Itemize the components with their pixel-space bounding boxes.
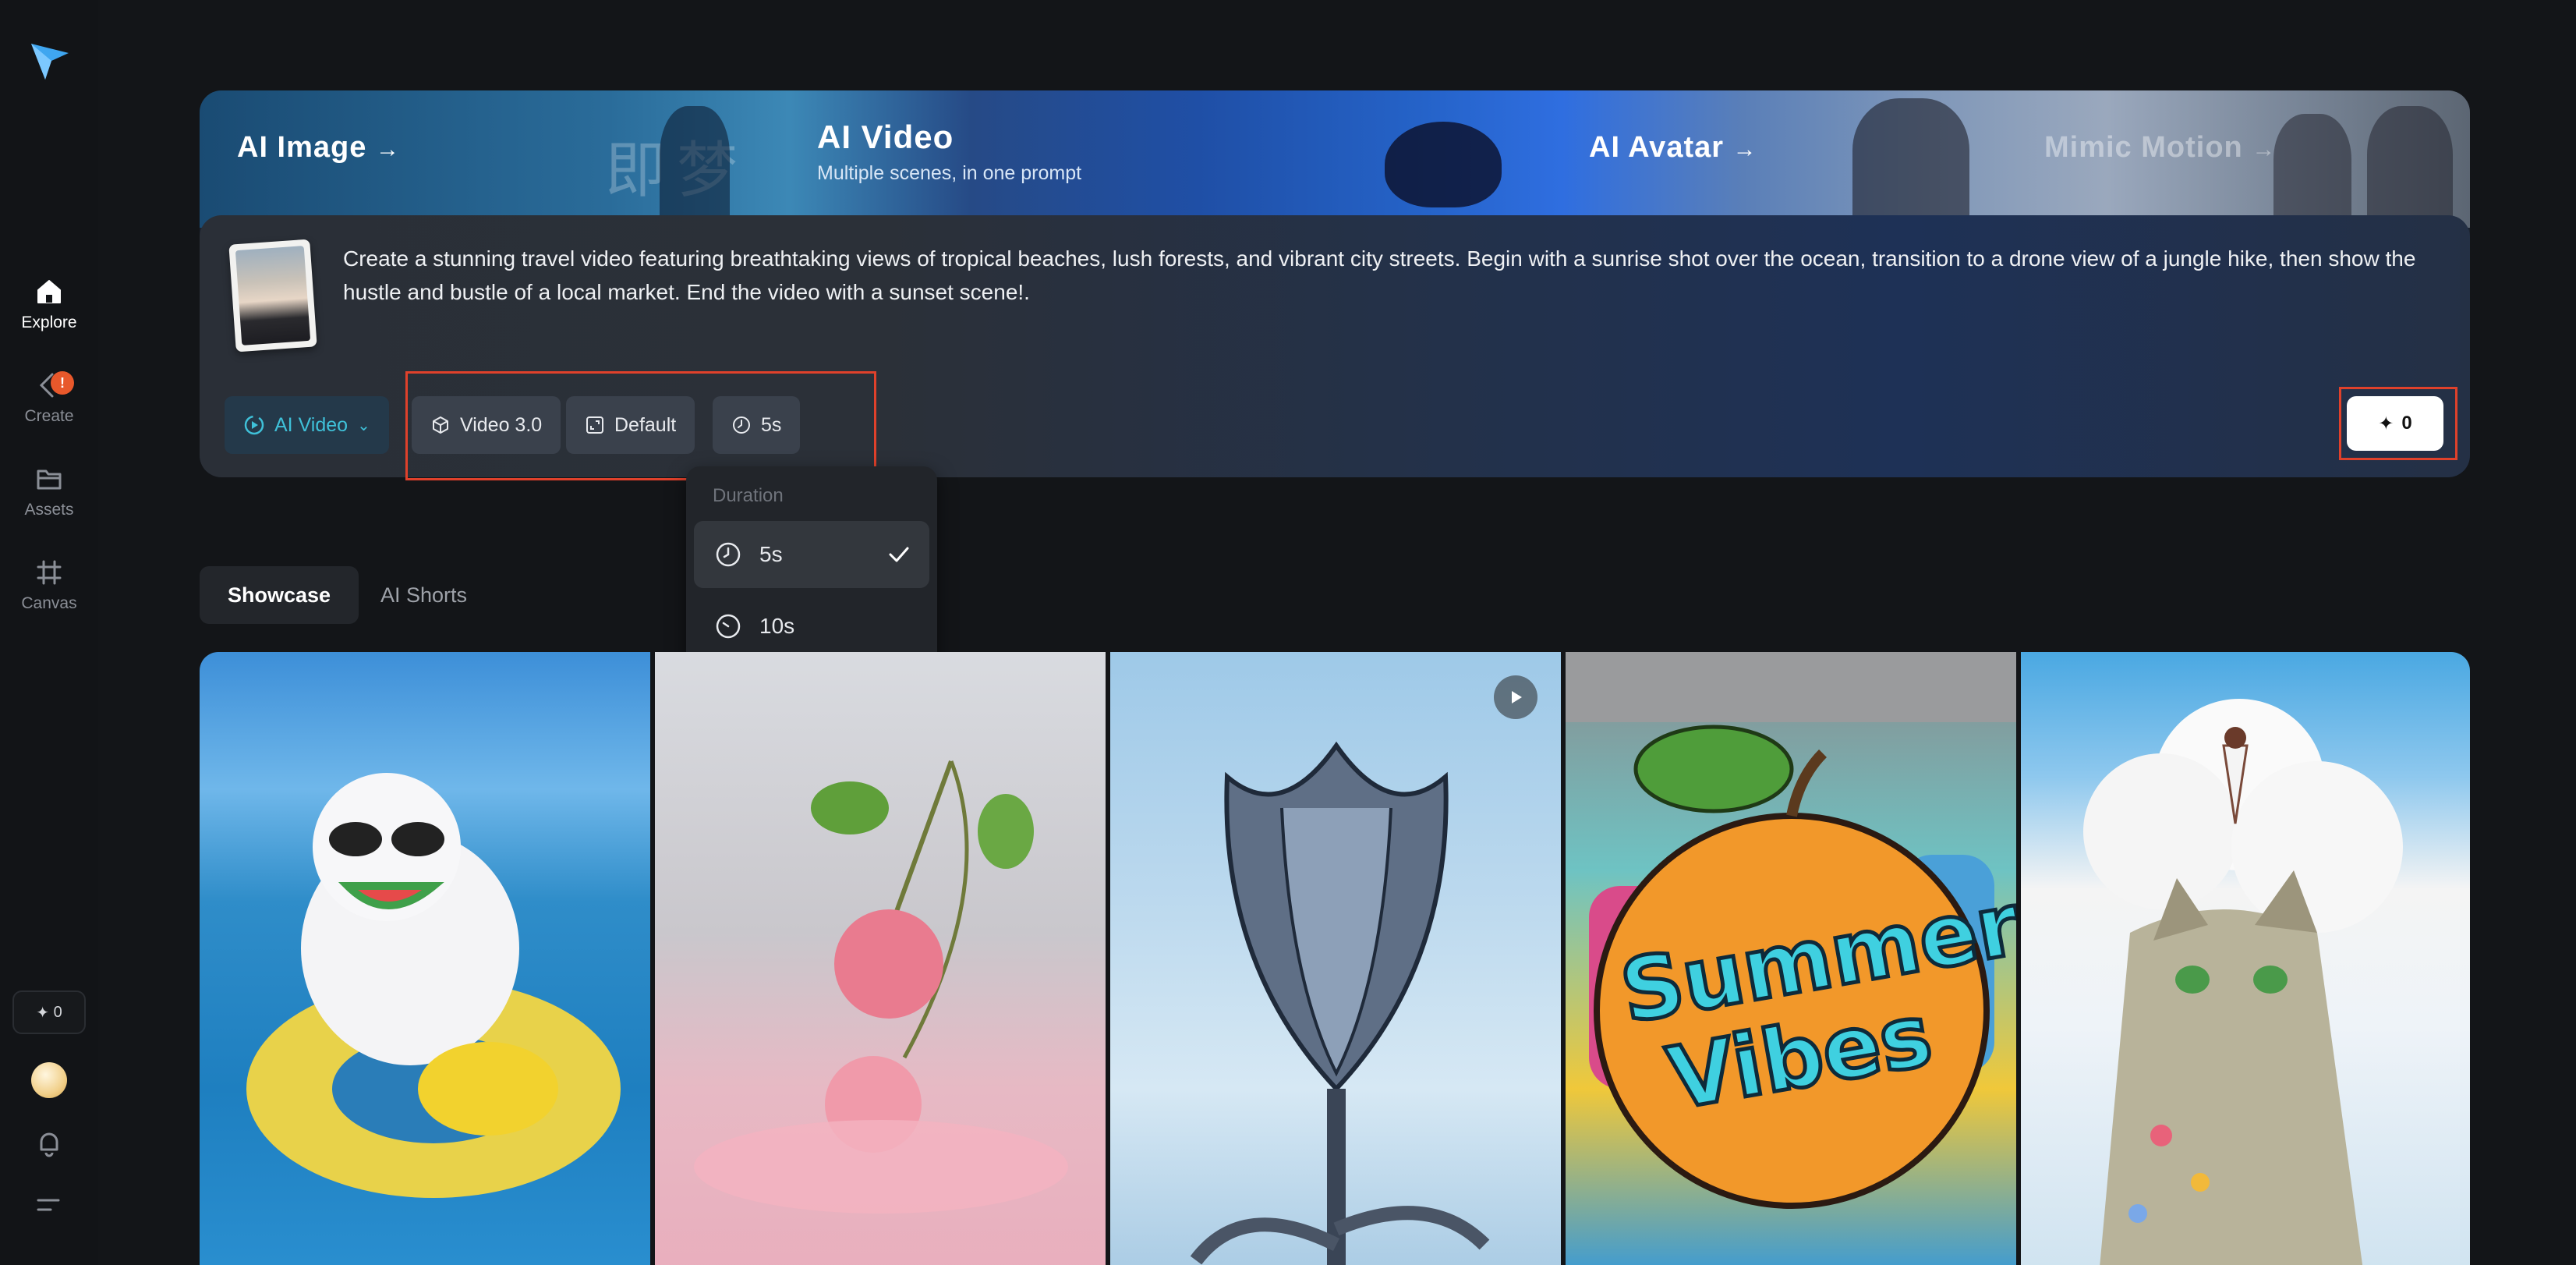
tab-mimic-motion-label: Mimic Motion [2044, 131, 2243, 164]
arrow-right-icon: → [2252, 136, 2277, 162]
butterfly-decor [1385, 122, 1502, 207]
sidebar: Explore ! Create Assets Canvas ✦ 0 [0, 0, 98, 1265]
app-logo-icon[interactable] [28, 39, 72, 81]
reference-image[interactable] [228, 239, 317, 353]
avatar-decor [1852, 98, 1969, 228]
user-avatar[interactable] [31, 1062, 67, 1098]
highlight-box [2339, 387, 2457, 460]
mimic-decor [2273, 114, 2351, 228]
credits-count: 0 [53, 1003, 62, 1021]
clock-icon [716, 614, 741, 639]
chevron-down-icon: ⌄ [357, 416, 370, 434]
check-icon [889, 547, 909, 562]
mode-select[interactable]: AI Video ⌄ [225, 396, 389, 454]
create-icon: ! [32, 368, 74, 402]
clock-icon [716, 542, 741, 567]
sparkle-icon: ✦ [36, 1004, 54, 1022]
duration-option-10s[interactable]: 10s [694, 593, 929, 660]
duration-dropdown: Duration 5s 10s [686, 466, 937, 669]
tab-ai-avatar-label: AI Avatar [1589, 131, 1725, 164]
sidebar-item-create[interactable]: ! Create [0, 368, 98, 438]
canvas-icon [32, 555, 66, 590]
sidebar-item-label: Explore [21, 314, 77, 331]
gallery-card[interactable] [2021, 652, 2470, 1265]
decor-figure [660, 106, 730, 228]
gallery-card[interactable] [1110, 652, 1561, 1265]
cat-cloud-image [2083, 699, 2403, 1265]
menu-icon[interactable] [35, 1193, 63, 1217]
dropdown-header: Duration [713, 485, 784, 506]
gallery-card[interactable] [200, 652, 650, 1265]
tab-ai-image[interactable]: AI Image → [237, 131, 400, 165]
tab-ai-avatar[interactable]: AI Avatar → [1589, 131, 1757, 165]
duration-option-label: 5s [759, 542, 783, 566]
play-button[interactable] [1494, 675, 1537, 719]
bell-icon[interactable] [34, 1128, 65, 1159]
tab-mimic-motion[interactable]: Mimic Motion → [2044, 131, 2276, 165]
play-icon [1512, 691, 1522, 703]
sidebar-item-label: Create [24, 407, 74, 425]
arrow-right-icon: → [1732, 136, 1757, 162]
tab-showcase[interactable]: Showcase [200, 566, 359, 624]
mimic-decor [2367, 106, 2453, 228]
sidebar-item-label: Canvas [21, 594, 77, 612]
cat-in-pool-image [246, 773, 621, 1198]
tab-ai-shorts[interactable]: AI Shorts [380, 566, 467, 624]
arrow-right-icon: → [375, 136, 400, 162]
sidebar-item-explore[interactable]: Explore [0, 275, 98, 345]
highlight-box [405, 371, 876, 480]
gallery-card[interactable]: Summer Vibes [1566, 652, 2016, 1265]
video-mode-icon [244, 415, 264, 435]
notification-badge: ! [51, 371, 74, 395]
showcase-gallery: Summer Vibes [200, 652, 2470, 1265]
tab-ai-video-subtitle: Multiple scenes, in one prompt [817, 162, 1082, 184]
duration-option-5s[interactable]: 5s [694, 521, 929, 588]
cherries-image [694, 760, 1068, 1214]
prompt-input[interactable]: Create a stunning travel video featuring… [343, 242, 2417, 309]
gallery-card[interactable] [655, 652, 1106, 1265]
home-icon [32, 275, 66, 309]
duration-option-label: 10s [759, 614, 795, 638]
tab-ai-video[interactable]: AI Video [817, 119, 954, 156]
sidebar-item-assets[interactable]: Assets [0, 462, 98, 532]
hero-mode-tabs: 即梦 AI Image → AI Video Multiple scenes, … [200, 90, 2470, 228]
credits-chip[interactable]: ✦ 0 [12, 990, 86, 1034]
chrome-tulip-image [1190, 741, 1490, 1265]
sidebar-item-label: Assets [24, 501, 74, 519]
folder-icon [32, 462, 66, 496]
mode-select-label: AI Video [274, 413, 349, 436]
tab-ai-image-label: AI Image [237, 131, 367, 164]
sidebar-item-canvas[interactable]: Canvas [0, 555, 98, 625]
